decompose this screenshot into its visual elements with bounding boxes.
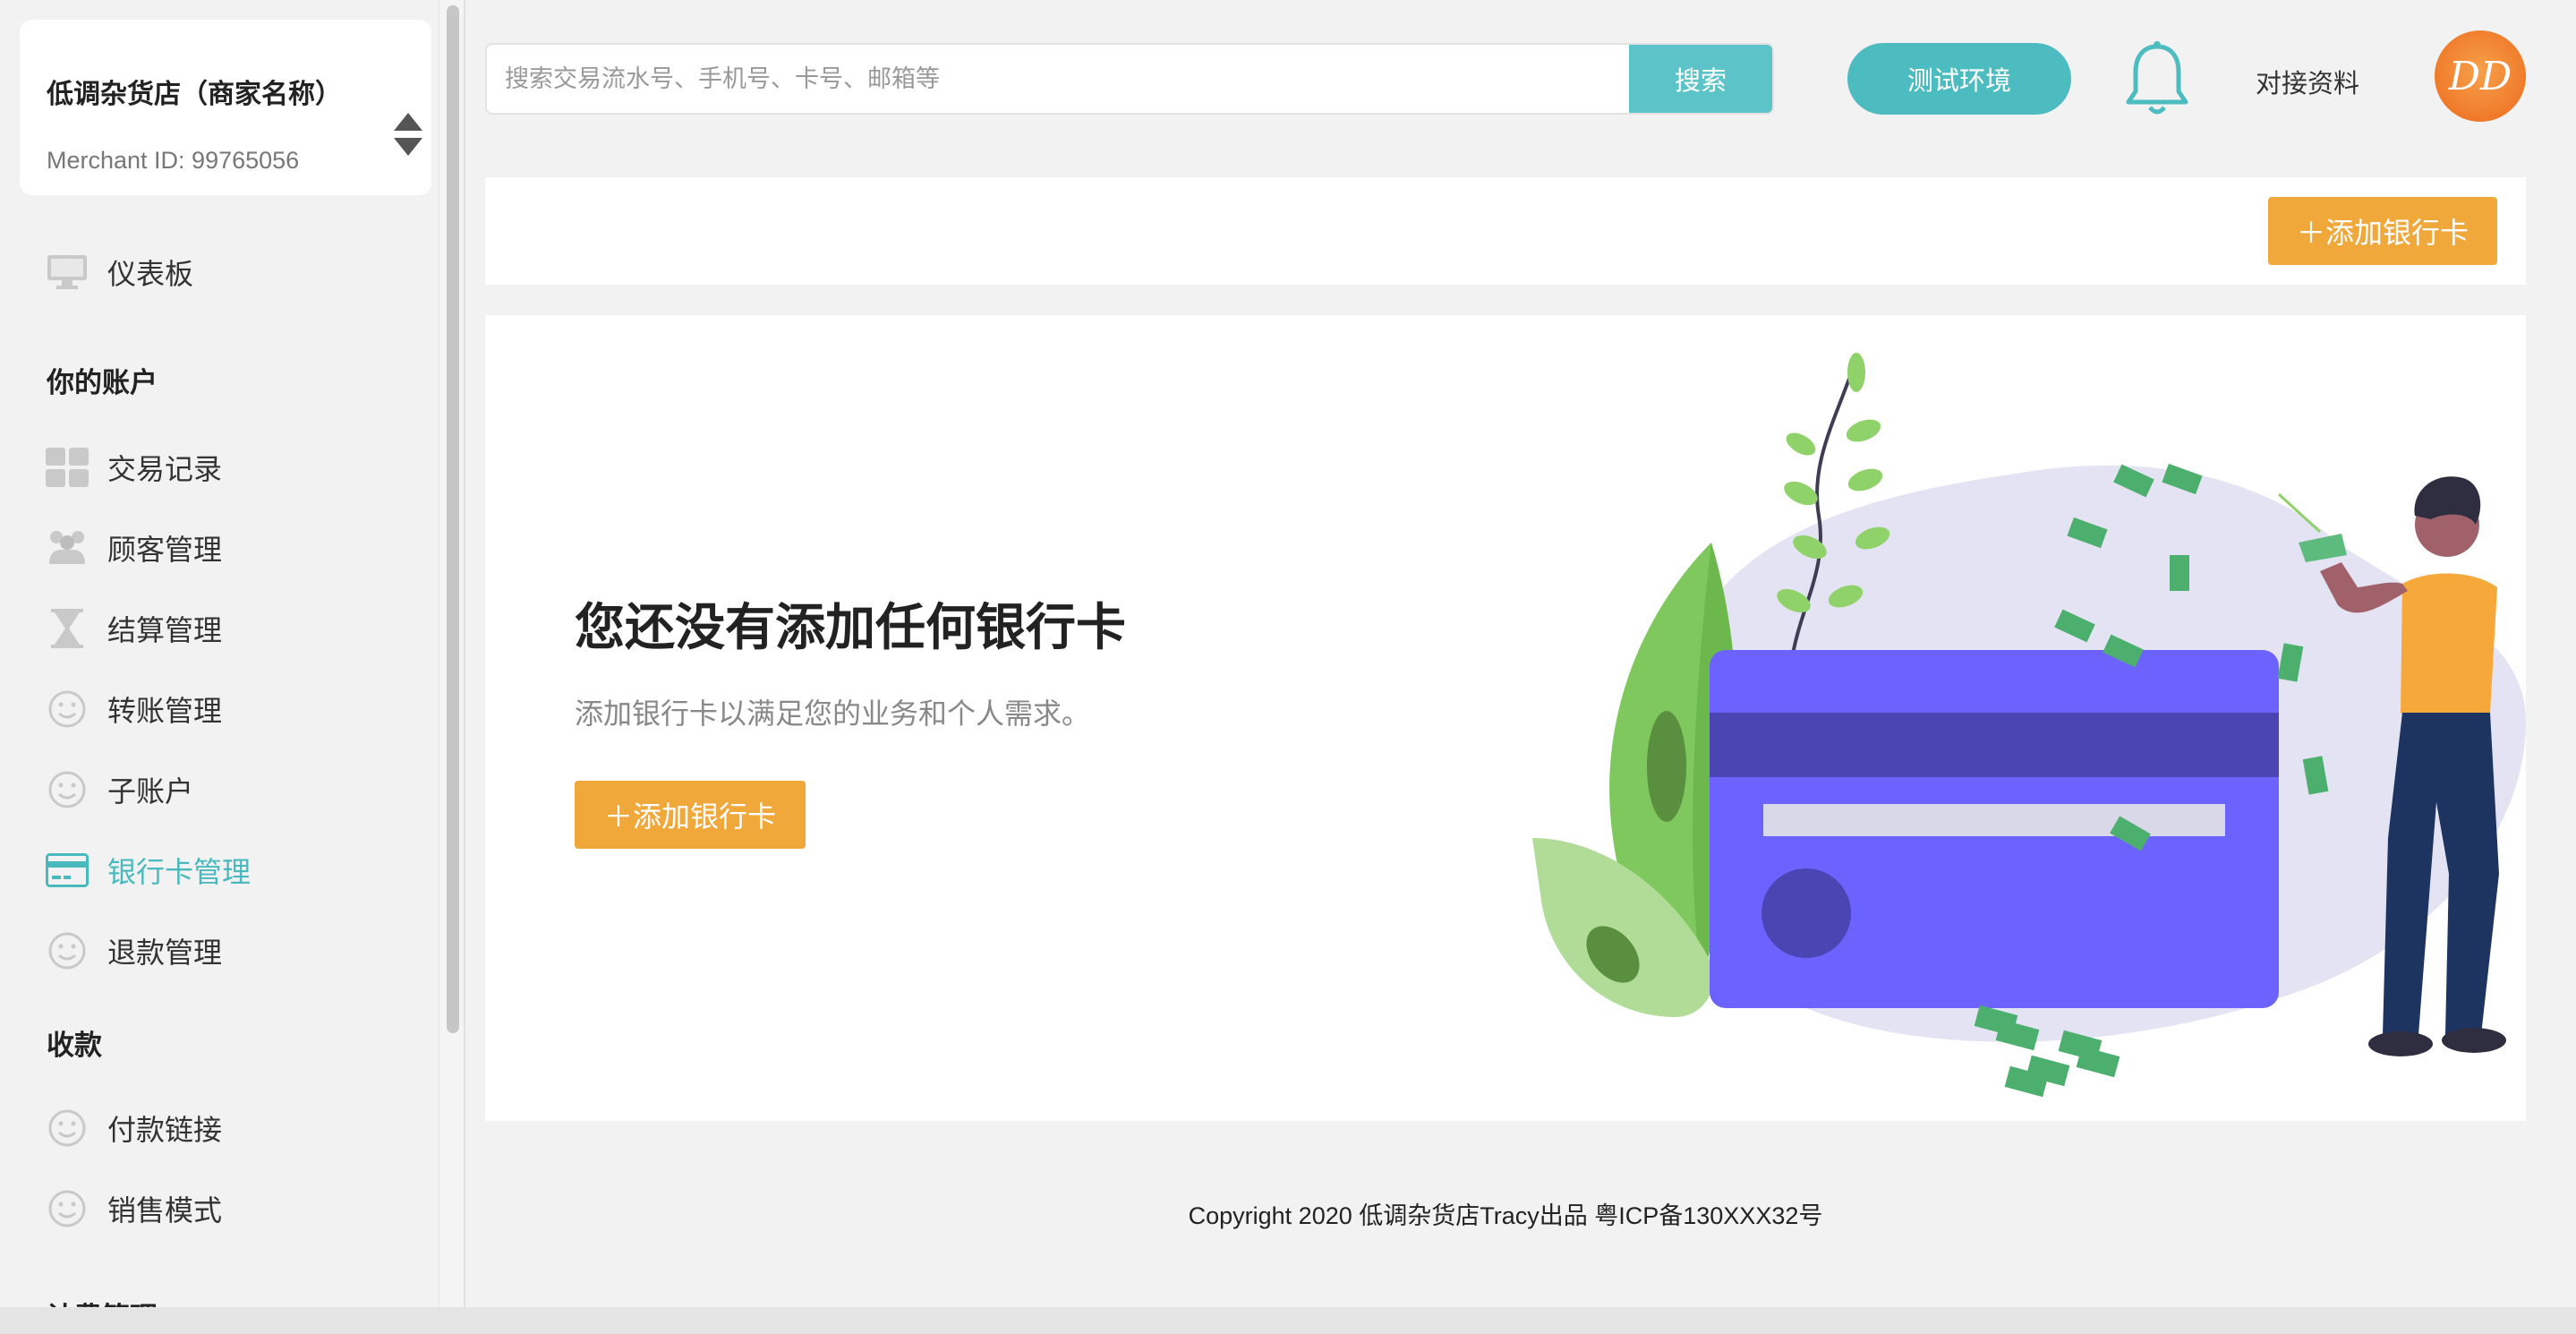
sidebar-item-label: 付款链接: [107, 1114, 223, 1146]
sidebar-item-transfers[interactable]: 转账管理: [45, 682, 222, 736]
sidebar-item-bank-cards[interactable]: 银行卡管理: [45, 843, 251, 897]
smile-icon: [45, 1106, 90, 1150]
merchant-card[interactable]: 低调杂货店（商家名称） Merchant ID: 99765056: [20, 20, 431, 195]
search-button[interactable]: 搜索: [1629, 45, 1772, 113]
test-environment-button[interactable]: 测试环境: [1847, 43, 2071, 115]
footer-copyright: Copyright 2020 低调杂货店Tracy出品 粤ICP备130XXX3…: [1188, 1202, 1823, 1229]
search-box: 搜索: [485, 43, 1774, 115]
sidebar-item-sub-accounts[interactable]: 子账户: [45, 763, 193, 817]
sidebar-item-label: 顾客管理: [107, 534, 223, 566]
sidebar-item-label: 退款管理: [107, 936, 223, 969]
empty-state-add-card-button[interactable]: ＋添加银行卡: [575, 781, 806, 849]
sidebar-item-label: 转账管理: [107, 695, 223, 727]
smile-icon: [45, 687, 90, 731]
bell-icon[interactable]: [2121, 39, 2193, 120]
smile-icon: [45, 767, 90, 812]
sidebar: 低调杂货店（商家名称） Merchant ID: 99765056 仪表板 你的…: [0, 0, 465, 1307]
hourglass-icon: [45, 606, 90, 651]
monitor-icon: [45, 250, 90, 295]
smile-icon: [45, 928, 90, 973]
sidebar-scrollbar-thumb[interactable]: [447, 5, 459, 1033]
sidebar-item-customers[interactable]: 顾客管理: [45, 521, 222, 575]
empty-state-panel: 您还没有添加任何银行卡 添加银行卡以满足您的业务和个人需求。 ＋添加银行卡: [485, 315, 2526, 1121]
section-title-payments: 收款: [47, 1030, 102, 1061]
sidebar-item-payment-links[interactable]: 付款链接: [45, 1101, 222, 1155]
empty-state-title: 您还没有添加任何银行卡: [575, 599, 1126, 655]
empty-state-description: 添加银行卡以满足您的业务和个人需求。: [575, 697, 1091, 730]
sidebar-item-settlement[interactable]: 结算管理: [45, 602, 222, 655]
sidebar-item-label: 结算管理: [107, 614, 223, 646]
sidebar-item-transactions[interactable]: 交易记录: [45, 440, 222, 494]
window-bottom-edge: [0, 1307, 2576, 1334]
merchant-name: 低调杂货店（商家名称）: [47, 80, 342, 109]
sidebar-item-label: 银行卡管理: [107, 856, 252, 888]
add-bank-card-button[interactable]: ＋添加银行卡: [2268, 197, 2497, 265]
integration-docs-link[interactable]: 对接资料: [2256, 63, 2359, 100]
avatar[interactable]: DD: [2435, 30, 2526, 122]
sidebar-item-label: 仪表板: [107, 258, 194, 290]
search-input[interactable]: [487, 45, 1631, 113]
switch-merchant-icon[interactable]: [390, 109, 426, 159]
grid-icon: [45, 445, 90, 490]
section-title-account: 你的账户: [47, 367, 158, 398]
bank-card-illustration: [1532, 353, 2526, 1098]
sidebar-item-dashboard[interactable]: 仪表板: [45, 245, 193, 299]
users-icon: [45, 526, 90, 570]
credit-card-icon: [45, 848, 90, 893]
sidebar-item-label: 子账户: [107, 775, 194, 808]
sidebar-item-refunds[interactable]: 退款管理: [45, 924, 222, 978]
merchant-id: Merchant ID: 99765056: [47, 147, 300, 174]
section-title-billing: 计费管理: [47, 1295, 158, 1307]
toolbar-panel: ＋添加银行卡: [485, 177, 2526, 285]
sidebar-item-label: 交易记录: [107, 453, 223, 485]
